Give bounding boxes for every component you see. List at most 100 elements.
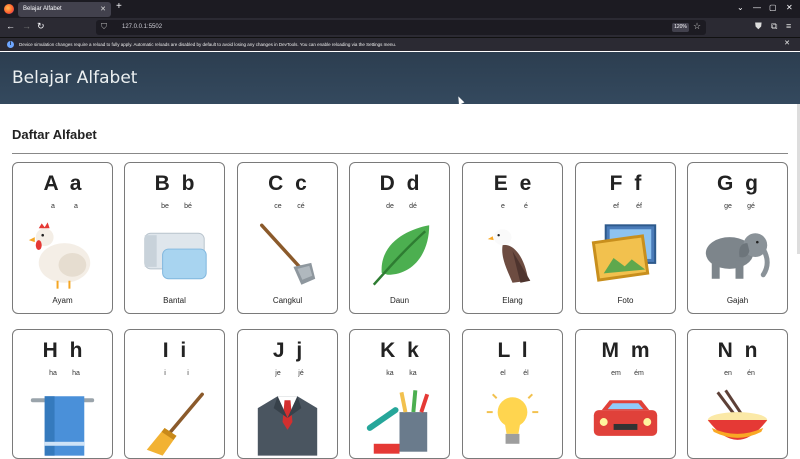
maximize-icon[interactable]: ▢ — [769, 3, 777, 12]
card-letters: K k — [380, 339, 419, 362]
suit-icon — [257, 396, 318, 456]
alphabet-card-h[interactable]: H h ha ha — [12, 329, 113, 459]
card-pronunciation-upper: a — [51, 203, 55, 210]
url-text[interactable]: 127.0.0.1:5502 — [122, 20, 162, 35]
devtools-notification-bar: i Device simulation changes require a re… — [0, 37, 800, 51]
card-letters: J j — [272, 339, 303, 362]
card-letters: F f — [609, 172, 642, 195]
card-letters: D d — [379, 172, 420, 195]
card-letters: E e — [493, 172, 532, 195]
alphabet-card-l[interactable]: L l el él — [462, 329, 563, 459]
alphabet-card-k[interactable]: K k ka ka — [349, 329, 450, 459]
card-pronunciation-lower: a — [74, 203, 78, 210]
hoe-icon — [260, 223, 316, 285]
card-pronunciation-upper: ce — [274, 203, 282, 210]
card-pronunciation-lower: ha — [72, 370, 80, 377]
chicken-icon — [28, 222, 91, 289]
card-pronunciation-upper: en — [724, 370, 732, 377]
card-pronunciation-lower: ka — [409, 370, 417, 377]
alphabet-card-i[interactable]: I i i i — [124, 329, 225, 459]
close-tab-icon[interactable]: ✕ — [100, 2, 106, 17]
card-pronunciation-upper: e — [501, 203, 505, 210]
eagle-icon — [487, 229, 531, 283]
card-letters: H h — [42, 339, 83, 362]
card-word: Cangkul — [272, 296, 303, 305]
card-word: Foto — [617, 296, 634, 305]
card-pronunciation-lower: jé — [298, 370, 304, 377]
list-tabs-icon[interactable]: ⌄ — [737, 3, 744, 12]
card-letters: A a — [43, 172, 82, 195]
tab-title: Belajar Alfabet — [23, 6, 62, 12]
card-pronunciation-lower: ém — [634, 370, 644, 377]
zoom-level-button[interactable]: 120% — [672, 23, 689, 32]
alphabet-card-b[interactable]: B b be bé Bantal — [124, 162, 225, 314]
card-word: Gajah — [726, 296, 749, 305]
alphabet-card-n[interactable]: N n en én — [687, 329, 788, 459]
towel-icon — [30, 396, 95, 456]
card-letters: C c — [268, 172, 307, 195]
forward-icon[interactable]: → — [22, 21, 31, 31]
car-icon — [593, 400, 658, 436]
card-pronunciation-lower: gé — [747, 203, 755, 210]
alphabet-card-c[interactable]: C c ce cé Cangkul — [237, 162, 338, 314]
alphabet-card-a[interactable]: A a a a Ayam — [12, 162, 113, 314]
card-word: Daun — [389, 296, 410, 305]
alphabet-card-g[interactable]: G g ge gé Gajah — [687, 162, 788, 314]
card-pronunciation-lower: éf — [636, 203, 642, 210]
section-divider — [12, 153, 788, 154]
card-pronunciation-upper: be — [161, 203, 169, 210]
card-pronunciation-lower: cé — [297, 203, 305, 210]
card-pronunciation-upper: el — [500, 370, 506, 377]
bookmark-star-icon[interactable]: ☆ — [693, 21, 701, 32]
card-letters: B b — [154, 172, 195, 195]
notification-text: Device simulation changes require a relo… — [19, 42, 397, 47]
section-title: Daftar Alfabet — [12, 127, 97, 142]
alphabet-card-m[interactable]: M m em ém — [575, 329, 676, 459]
page-header: Belajar Alfabet — [0, 52, 800, 104]
card-letters: M m — [601, 339, 650, 362]
card-pronunciation-lower: i — [187, 370, 189, 377]
reload-icon[interactable]: ↻ — [37, 21, 45, 32]
card-letters: G g — [717, 172, 758, 195]
card-pronunciation-upper: je — [275, 370, 281, 377]
close-window-icon[interactable]: ✕ — [786, 3, 793, 12]
pencil-cup-icon — [366, 390, 430, 454]
alphabet-card-e[interactable]: E e e é Elang — [462, 162, 563, 314]
card-pronunciation-lower: bé — [184, 203, 192, 210]
card-pronunciation-lower: é — [524, 203, 528, 210]
alphabet-card-f[interactable]: F f ef éf Foto — [575, 162, 676, 314]
card-pronunciation-upper: ka — [386, 370, 394, 377]
card-pronunciation-upper: em — [611, 370, 621, 377]
extensions-icon[interactable]: ⧉ — [771, 21, 777, 32]
photo-icon — [591, 224, 657, 282]
tab-belajar-alfabet[interactable]: Belajar Alfabet ✕ — [18, 2, 111, 17]
url-bar[interactable]: ⛉ 127.0.0.1:5502 120% ☆ — [96, 20, 706, 35]
card-pronunciation-upper: ha — [49, 370, 57, 377]
pocket-icon[interactable]: ⛊ — [755, 21, 762, 32]
pillow-icon — [144, 232, 207, 280]
alphabet-card-j[interactable]: J j je jé — [237, 329, 338, 459]
card-letters: N n — [717, 339, 758, 362]
card-pronunciation-upper: ef — [613, 203, 619, 210]
noodle-bowl-icon — [707, 389, 768, 440]
info-icon: i — [7, 41, 14, 48]
browser-nav-bar: ← → ↻ ⛉ 127.0.0.1:5502 120% ☆ ⛊ ⧉ ≡ — [0, 18, 800, 37]
card-word: Elang — [502, 296, 523, 305]
close-notification-icon[interactable]: ✕ — [784, 39, 790, 47]
card-pronunciation-upper: ge — [724, 203, 732, 210]
menu-icon[interactable]: ≡ — [786, 21, 791, 31]
lightbulb-icon — [486, 393, 539, 444]
page-title: Belajar Alfabet — [12, 68, 138, 88]
card-letters: I i — [162, 339, 187, 362]
card-letters: L l — [497, 339, 528, 362]
shield-icon[interactable]: ⛉ — [101, 22, 107, 32]
minimize-icon[interactable]: — — [753, 3, 761, 12]
card-word: Ayam — [52, 296, 73, 305]
back-icon[interactable]: ← — [6, 21, 15, 31]
card-word: Bantal — [163, 296, 186, 305]
broom-icon — [146, 392, 204, 456]
browser-tab-bar: Belajar Alfabet ✕ + ⌄ — ▢ ✕ — [0, 0, 800, 18]
alphabet-card-d[interactable]: D d de dé Daun — [349, 162, 450, 314]
new-tab-icon[interactable]: + — [116, 1, 122, 12]
card-pronunciation-lower: dé — [409, 203, 417, 210]
